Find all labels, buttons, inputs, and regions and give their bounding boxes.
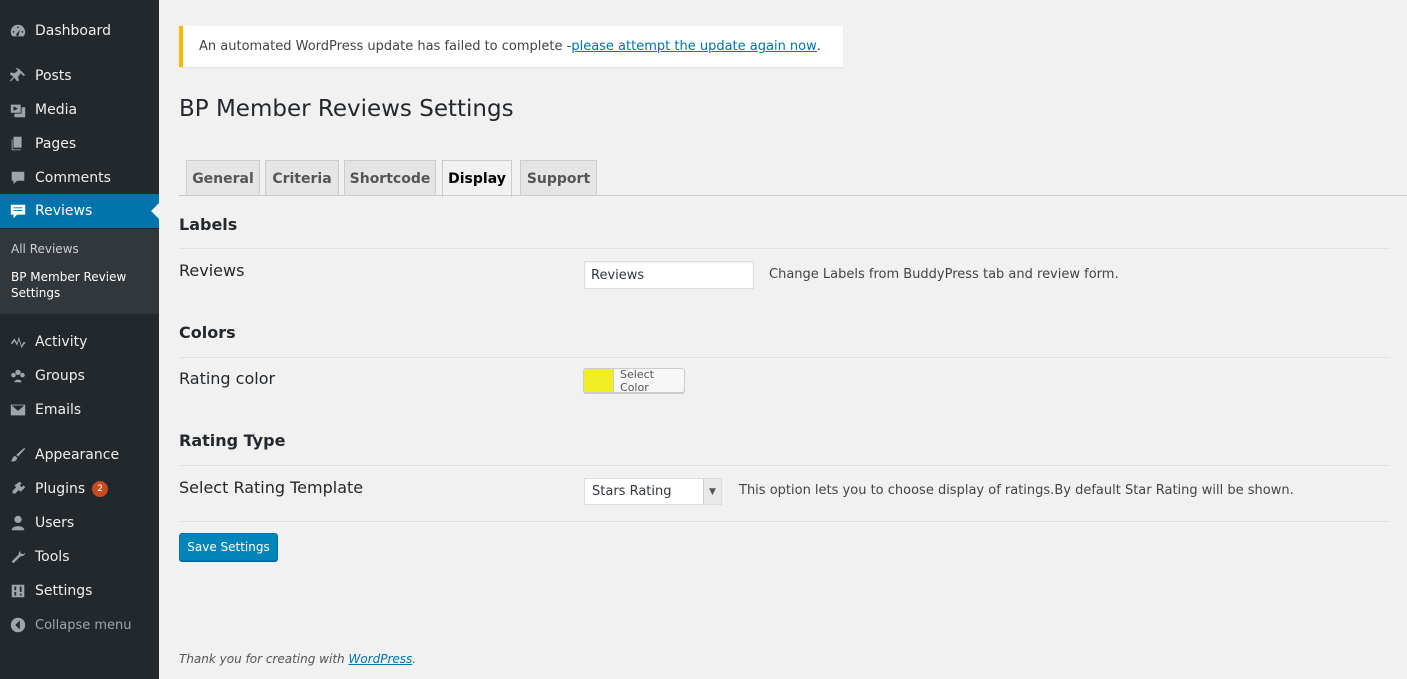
menu-label: Plugins	[35, 481, 86, 497]
admin-sidebar: Dashboard Posts Media Pages Comments Rev…	[0, 0, 159, 679]
wrench-icon	[0, 548, 35, 566]
select-color-label: Select Color	[620, 367, 654, 394]
retry-update-link[interactable]: please attempt the update again now	[571, 39, 816, 54]
notice-text: An automated WordPress update has failed…	[199, 39, 572, 54]
section-labels-title: Labels	[179, 215, 238, 234]
rating-template-select[interactable]: Stars Rating ▼	[584, 478, 722, 505]
dashboard-icon	[0, 22, 35, 40]
menu-label: Reviews	[35, 203, 93, 219]
menu-posts[interactable]: Posts	[0, 59, 159, 93]
menu-label: Activity	[35, 334, 88, 350]
update-failed-notice: An automated WordPress update has failed…	[179, 26, 843, 67]
menu-label: Posts	[35, 68, 72, 84]
pages-icon	[0, 135, 35, 153]
groups-icon	[0, 367, 35, 385]
color-swatch	[584, 369, 615, 392]
menu-emails[interactable]: Emails	[0, 393, 159, 427]
divider	[179, 357, 1390, 358]
user-icon	[0, 514, 35, 532]
section-rating-type-title: Rating Type	[179, 431, 286, 450]
section-colors-title: Colors	[179, 323, 236, 342]
reviews-label: Reviews	[179, 261, 245, 280]
menu-label: Settings	[35, 583, 93, 599]
menu-tools[interactable]: Tools	[0, 540, 159, 574]
wordpress-link[interactable]: WordPress	[348, 652, 412, 666]
rating-template-label: Select Rating Template	[179, 478, 364, 497]
selected-value: Stars Rating	[592, 484, 672, 499]
plugin-icon	[0, 480, 35, 498]
collapse-icon	[0, 616, 35, 634]
tab-general[interactable]: General	[186, 160, 260, 196]
tab-display[interactable]: Display	[442, 160, 512, 197]
select-color-button[interactable]: Select Color	[583, 367, 685, 394]
collapse-menu-button[interactable]: Collapse menu	[0, 608, 159, 642]
menu-label: Media	[35, 102, 78, 118]
rating-template-description: This option lets you to choose display o…	[739, 483, 1294, 498]
media-icon	[0, 101, 35, 119]
activity-icon	[0, 333, 35, 351]
collapse-label: Collapse menu	[35, 617, 132, 633]
menu-label: Appearance	[35, 447, 120, 463]
menu-reviews[interactable]: Reviews	[0, 194, 159, 228]
menu-label: Tools	[35, 549, 70, 565]
rating-color-label: Rating color	[179, 369, 276, 388]
brush-icon	[0, 446, 35, 464]
menu-appearance[interactable]: Appearance	[0, 438, 159, 472]
divider	[179, 521, 1390, 522]
footer-text: Thank you for creating with	[179, 652, 349, 666]
menu-label: Pages	[35, 136, 77, 152]
plugin-update-badge: 2	[92, 481, 109, 497]
email-icon	[0, 401, 35, 419]
menu-activity[interactable]: Activity	[0, 325, 159, 359]
pin-icon	[0, 67, 35, 85]
settings-icon	[0, 582, 35, 600]
notice-suffix: .	[816, 39, 821, 54]
menu-plugins[interactable]: Plugins 2	[0, 472, 159, 506]
footer-suffix: .	[412, 652, 417, 666]
tab-criteria[interactable]: Criteria	[265, 160, 339, 196]
chevron-down-icon: ▼	[703, 479, 721, 504]
menu-users[interactable]: Users	[0, 506, 159, 540]
save-settings-button[interactable]: Save Settings	[179, 533, 278, 561]
reviews-icon	[0, 202, 35, 220]
menu-label: Dashboard	[35, 23, 111, 39]
menu-settings[interactable]: Settings	[0, 574, 159, 608]
tab-support[interactable]: Support	[520, 160, 597, 196]
reviews-description: Change Labels from BuddyPress tab and re…	[769, 267, 1119, 282]
page-title: BP Member Reviews Settings	[179, 96, 514, 122]
tab-shortcode[interactable]: Shortcode	[344, 160, 436, 196]
comment-icon	[0, 169, 35, 187]
reviews-label-input[interactable]	[584, 261, 754, 289]
menu-dashboard[interactable]: Dashboard	[0, 14, 159, 48]
menu-label: Comments	[35, 170, 111, 186]
menu-comments[interactable]: Comments	[0, 161, 159, 195]
menu-label: Groups	[35, 368, 85, 384]
tab-divider	[179, 195, 1407, 196]
menu-groups[interactable]: Groups	[0, 359, 159, 393]
submenu-bp-member-review-settings[interactable]: BP Member Review Settings	[11, 269, 151, 301]
admin-footer: Thank you for creating with WordPress.	[179, 652, 416, 666]
divider	[179, 465, 1390, 466]
menu-pages[interactable]: Pages	[0, 127, 159, 161]
menu-label: Emails	[35, 402, 82, 418]
divider	[179, 248, 1390, 249]
submenu-all-reviews[interactable]: All Reviews	[11, 241, 151, 257]
menu-label: Users	[35, 515, 75, 531]
menu-media[interactable]: Media	[0, 93, 159, 127]
